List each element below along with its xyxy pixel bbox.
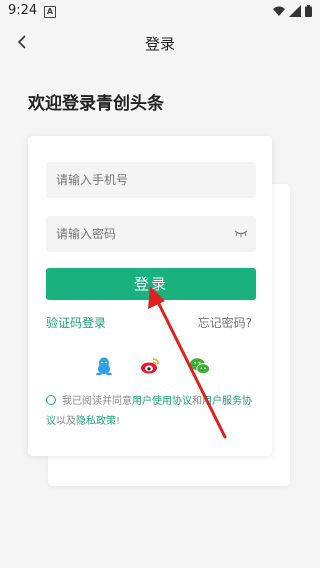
weibo-icon[interactable]: [140, 356, 160, 376]
page-title: 登录: [144, 35, 175, 53]
user-agreement-link[interactable]: 用户使用协议: [132, 396, 192, 407]
signal-icon: [289, 5, 301, 17]
agreement-prefix: 我已阅读并同意: [62, 396, 132, 407]
status-time: 9:24: [8, 3, 38, 18]
status-bar: 9:24 A: [0, 0, 320, 24]
password-field: [46, 216, 256, 252]
notification-icon: A: [44, 6, 56, 18]
battery-icon: [305, 5, 312, 17]
privacy-policy-link[interactable]: 隐私政策: [76, 416, 116, 427]
forgot-password-link[interactable]: 忘记密码?: [198, 314, 252, 331]
sms-login-link[interactable]: 验证码登录: [46, 314, 106, 331]
agreement-suffix: !: [116, 416, 121, 427]
password-input[interactable]: [46, 216, 256, 252]
wechat-icon[interactable]: [190, 356, 210, 376]
login-button[interactable]: 登录: [46, 268, 256, 300]
agree-radio[interactable]: [46, 395, 56, 405]
qq-icon[interactable]: [94, 356, 114, 376]
header: 登录: [0, 24, 320, 64]
eye-closed-icon[interactable]: [234, 228, 248, 238]
login-card: 登录 验证码登录 忘记密码? 我已阅读并同意用户使用协议和用户服务协议以及隐私政…: [28, 136, 272, 456]
agreement-middle: 和: [192, 396, 202, 407]
wifi-icon: [273, 6, 285, 16]
welcome-heading: 欢迎登录青创头条: [28, 94, 164, 114]
agreement-and: 以及: [56, 416, 76, 427]
agreement-text: 我已阅读并同意用户使用协议和用户服务协议以及隐私政策!: [46, 392, 258, 432]
phone-input[interactable]: [46, 162, 256, 198]
status-icons: [273, 5, 312, 17]
